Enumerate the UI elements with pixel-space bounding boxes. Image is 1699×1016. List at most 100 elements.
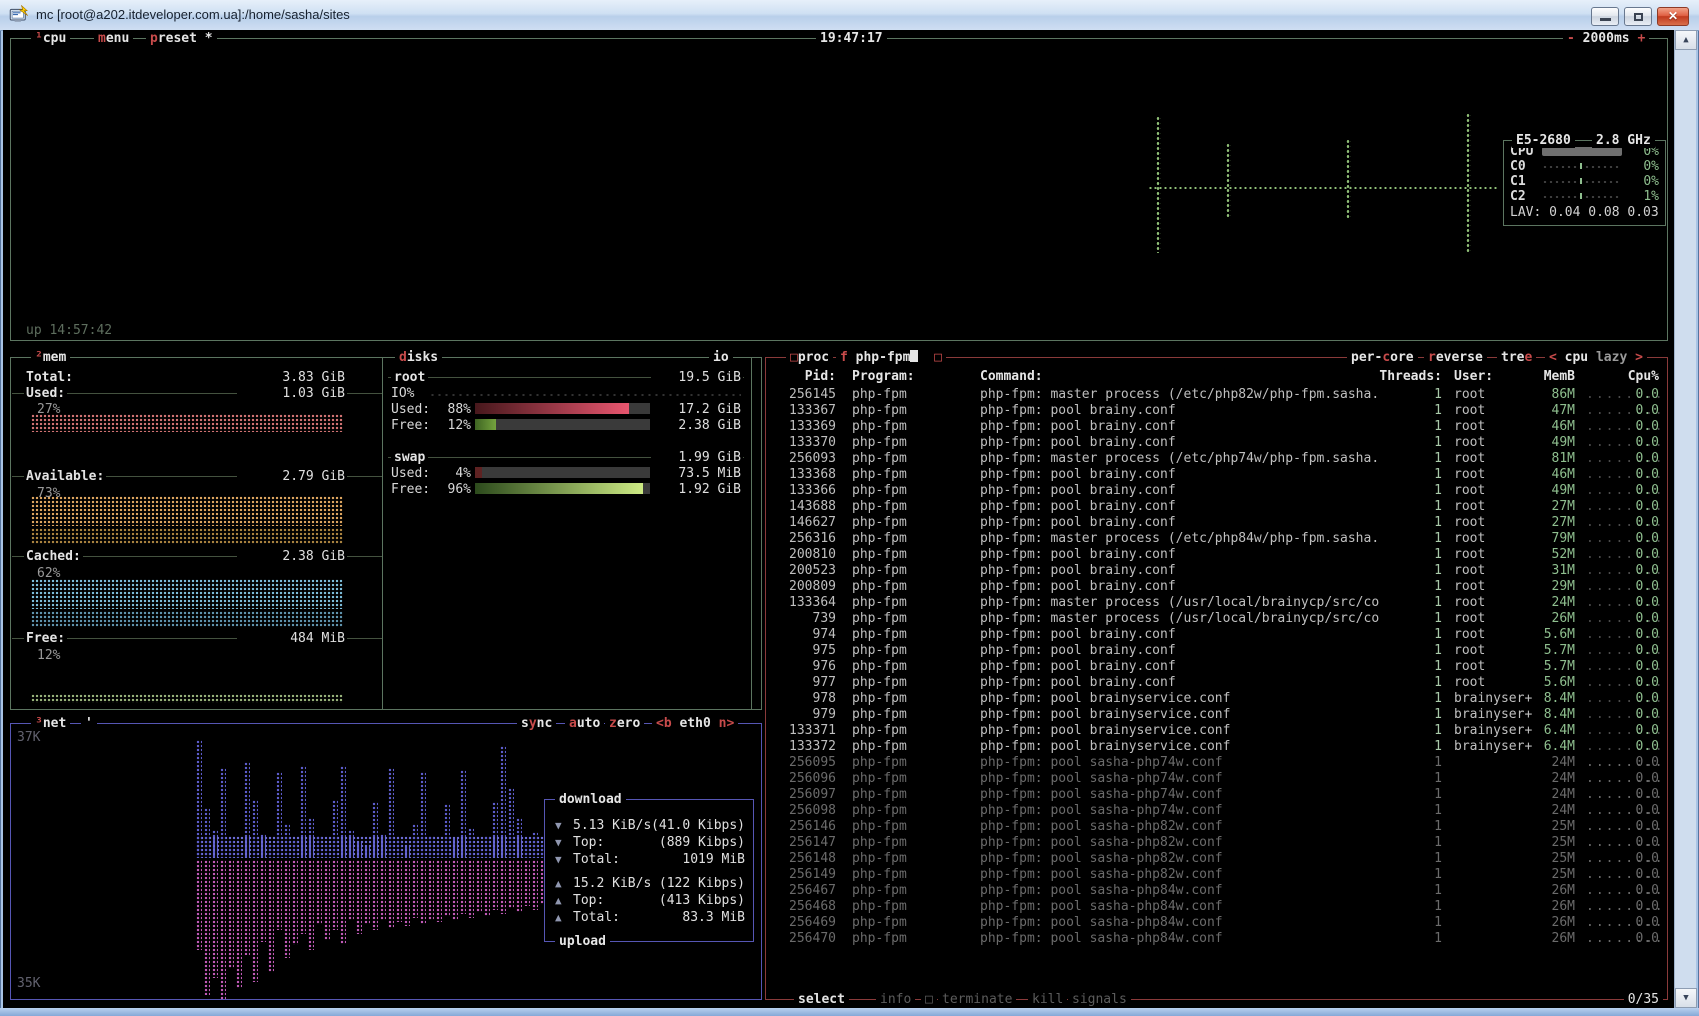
net-sync-toggle[interactable]: sync [517,716,556,731]
proc-filter[interactable]: f php-fpm □ [836,350,946,365]
cpu-meter-row: C21% [1508,189,1661,204]
proc-row[interactable]: 133372php-fpmphp-fpm: pool brainyservice… [774,739,1664,755]
minimize-button[interactable] [1591,7,1619,26]
proc-kill-button[interactable]: kill [1028,992,1067,1007]
proc-signals-button[interactable]: signals [1068,992,1131,1007]
sort-prev-icon[interactable]: < [1549,350,1557,365]
interval-minus-button[interactable]: - [1567,31,1575,46]
close-button[interactable]: ✕ [1657,7,1689,26]
proc-row[interactable]: 133364php-fpmphp-fpm: master process (/u… [774,595,1664,611]
net-iface-switcher[interactable]: <b eth0 n> [652,716,738,731]
proc-row[interactable]: 256097php-fpmphp-fpm: pool sasha-php74w.… [774,787,1664,803]
proc-row[interactable]: 256146php-fpmphp-fpm: pool sasha-php82w.… [774,819,1664,835]
net-upload-column [356,860,362,934]
putty-app-icon [9,5,29,25]
tab-proc[interactable]: □proc [786,350,833,365]
titlebar[interactable]: mc [root@a202.itdeveloper.com.ua]:/home/… [0,0,1699,31]
scroll-down-button[interactable]: ▼ [1675,988,1697,1008]
proc-row[interactable]: 256316php-fpmphp-fpm: master process (/e… [774,531,1664,547]
net-download-column [372,802,378,858]
sort-next-icon[interactable]: > [1635,350,1643,365]
disks-io-toggle[interactable]: io [709,350,733,365]
mem-cached-value: 2.38 GiB [237,549,347,564]
upload-total-value: 83.3 MiB [641,910,745,925]
net-download-column [220,768,226,858]
proc-row[interactable]: 256467php-fpmphp-fpm: pool sasha-php84w.… [774,883,1664,899]
mem-free-value: 484 MiB [237,631,347,646]
proc-row[interactable]: 976php-fpmphp-fpm: pool brainy.conf1root… [774,659,1664,675]
interval-plus-button[interactable]: + [1637,31,1645,46]
mem-free-percent: 12% [37,648,60,663]
proc-row[interactable]: 133368php-fpmphp-fpm: pool brainy.conf1r… [774,467,1664,483]
proc-row[interactable]: 256096php-fpmphp-fpm: pool sasha-php74w.… [774,771,1664,787]
filter-clear-button[interactable]: □ [934,350,942,365]
tab-mem[interactable]: ²mem [31,350,70,365]
proc-row[interactable]: 256470php-fpmphp-fpm: pool sasha-php84w.… [774,931,1664,947]
scrollbar[interactable]: ▲ ▼ [1674,30,1696,1008]
net-download-column [324,844,330,858]
net-download-column [228,840,234,858]
disk-used-value: 17.2 GiB [663,402,741,417]
disk-io-meter [429,393,741,397]
proc-row[interactable]: 256469php-fpmphp-fpm: pool sasha-php84w.… [774,915,1664,931]
proc-row[interactable]: 979php-fpmphp-fpm: pool brainyservice.co… [774,707,1664,723]
proc-row[interactable]: 256149php-fpmphp-fpm: pool sasha-php82w.… [774,867,1664,883]
terminal[interactable]: ¹cpu menu preset * 19:47:17 - 2000ms + E… [3,30,1674,1008]
proc-percore-toggle[interactable]: per-core [1347,350,1418,365]
preset-button[interactable]: preset * [146,31,217,46]
net-download-column [492,802,498,858]
proc-row[interactable]: 133369php-fpmphp-fpm: pool brainy.conf1r… [774,419,1664,435]
proc-row[interactable]: 978php-fpmphp-fpm: pool brainyservice.co… [774,691,1664,707]
proc-terminate-button[interactable]: terminate [938,992,1016,1007]
net-upload-column [484,860,490,916]
proc-sort-selector[interactable]: < cpu lazy > [1545,350,1647,365]
net-zero-toggle[interactable]: zero [605,716,644,731]
proc-row[interactable]: 133371php-fpmphp-fpm: pool brainyservice… [774,723,1664,739]
net-upload-column [316,860,322,924]
proc-row[interactable]: 256148php-fpmphp-fpm: pool sasha-php82w.… [774,851,1664,867]
maximize-button[interactable] [1624,7,1652,26]
iface-next-button[interactable]: n> [719,716,735,731]
proc-row[interactable]: 256098php-fpmphp-fpm: pool sasha-php74w.… [774,803,1664,819]
net-scale-top: 37K [17,730,40,745]
proc-row[interactable]: 256468php-fpmphp-fpm: pool sasha-php84w.… [774,899,1664,915]
proc-row[interactable]: 146627php-fpmphp-fpm: pool brainy.conf1r… [774,515,1664,531]
proc-row[interactable]: 133366php-fpmphp-fpm: pool brainy.conf1r… [774,483,1664,499]
proc-row[interactable]: 256145php-fpmphp-fpm: master process (/e… [774,387,1664,403]
proc-row[interactable]: 143688php-fpmphp-fpm: pool brainy.conf1r… [774,499,1664,515]
proc-row[interactable]: 739php-fpmphp-fpm: master process (/usr/… [774,611,1664,627]
proc-tree-toggle[interactable]: tree [1497,350,1536,365]
proc-info-button[interactable]: info [876,992,915,1007]
net-upload-column [332,860,338,930]
net-download-column [204,808,210,858]
tab-net[interactable]: ³net [31,716,70,731]
net-auto-toggle[interactable]: auto [565,716,604,731]
proc-row[interactable]: 974php-fpmphp-fpm: pool brainy.conf1root… [774,627,1664,643]
tab-cpu[interactable]: ¹cpu [31,31,70,46]
proc-row[interactable]: 200523php-fpmphp-fpm: pool brainy.conf1r… [774,563,1664,579]
net-download-column [260,834,266,858]
net-upload-column [276,860,282,930]
proc-row[interactable]: 256093php-fpmphp-fpm: master process (/e… [774,451,1664,467]
proc-row[interactable]: 256147php-fpmphp-fpm: pool sasha-php82w.… [774,835,1664,851]
net-download-column [196,740,202,858]
proc-row[interactable]: 975php-fpmphp-fpm: pool brainy.conf1root… [774,643,1664,659]
proc-row[interactable]: 133370php-fpmphp-fpm: pool brainy.conf1r… [774,435,1664,451]
proc-row[interactable]: 256095php-fpmphp-fpm: pool sasha-php74w.… [774,755,1664,771]
update-interval: - 2000ms + [1563,31,1649,46]
net-upload-column [268,860,274,972]
minimize-icon [1600,18,1611,21]
upload-speed: 15.2 KiB/s [573,876,651,891]
cpu-graph-spike [1346,139,1351,219]
iface-prev-button[interactable]: <b [656,716,672,731]
proc-row[interactable]: 133367php-fpmphp-fpm: pool brainy.conf1r… [774,403,1664,419]
proc-row[interactable]: 200809php-fpmphp-fpm: pool brainy.conf1r… [774,579,1664,595]
proc-row[interactable]: 200810php-fpmphp-fpm: pool brainy.conf1r… [774,547,1664,563]
proc-row[interactable]: 977php-fpmphp-fpm: pool brainy.conf1root… [774,675,1664,691]
menu-button[interactable]: menu [94,31,133,46]
scroll-up-button[interactable]: ▲ [1675,30,1697,50]
proc-reverse-toggle[interactable]: reverse [1424,350,1487,365]
net-download-column [236,844,242,858]
net-download-column [500,746,506,858]
proc-select-button[interactable]: select [794,992,849,1007]
